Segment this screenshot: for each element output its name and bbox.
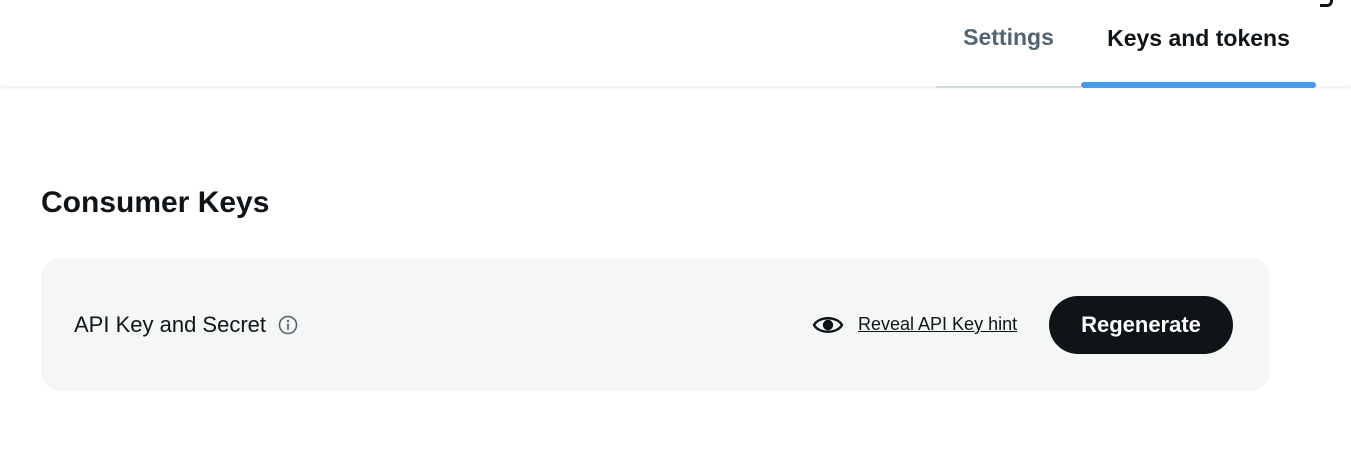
tab-settings-label: Settings [963, 23, 1054, 50]
tab-keys-and-tokens-label: Keys and tokens [1107, 24, 1290, 51]
corner-icon [1320, 0, 1333, 7]
reveal-api-key-hint[interactable]: Reveal API Key hint [812, 258, 1017, 391]
section-title: Consumer Keys [41, 186, 270, 219]
api-key-card: API Key and Secret Reveal API Key hint R… [41, 258, 1270, 391]
api-key-row: API Key and Secret [74, 258, 298, 391]
regenerate-button[interactable]: Regenerate [1049, 296, 1233, 354]
tab-bar: Settings Keys and tokens [936, 0, 1316, 88]
eye-icon [812, 316, 844, 333]
info-icon[interactable] [278, 315, 298, 335]
tab-keys-and-tokens[interactable]: Keys and tokens [1081, 0, 1316, 88]
active-tab-indicator [1081, 82, 1316, 88]
top-header: Settings Keys and tokens [0, 0, 1351, 88]
tab-settings[interactable]: Settings [936, 0, 1081, 88]
api-key-label: API Key and Secret [74, 311, 266, 337]
reveal-api-key-hint-link[interactable]: Reveal API Key hint [858, 314, 1017, 335]
